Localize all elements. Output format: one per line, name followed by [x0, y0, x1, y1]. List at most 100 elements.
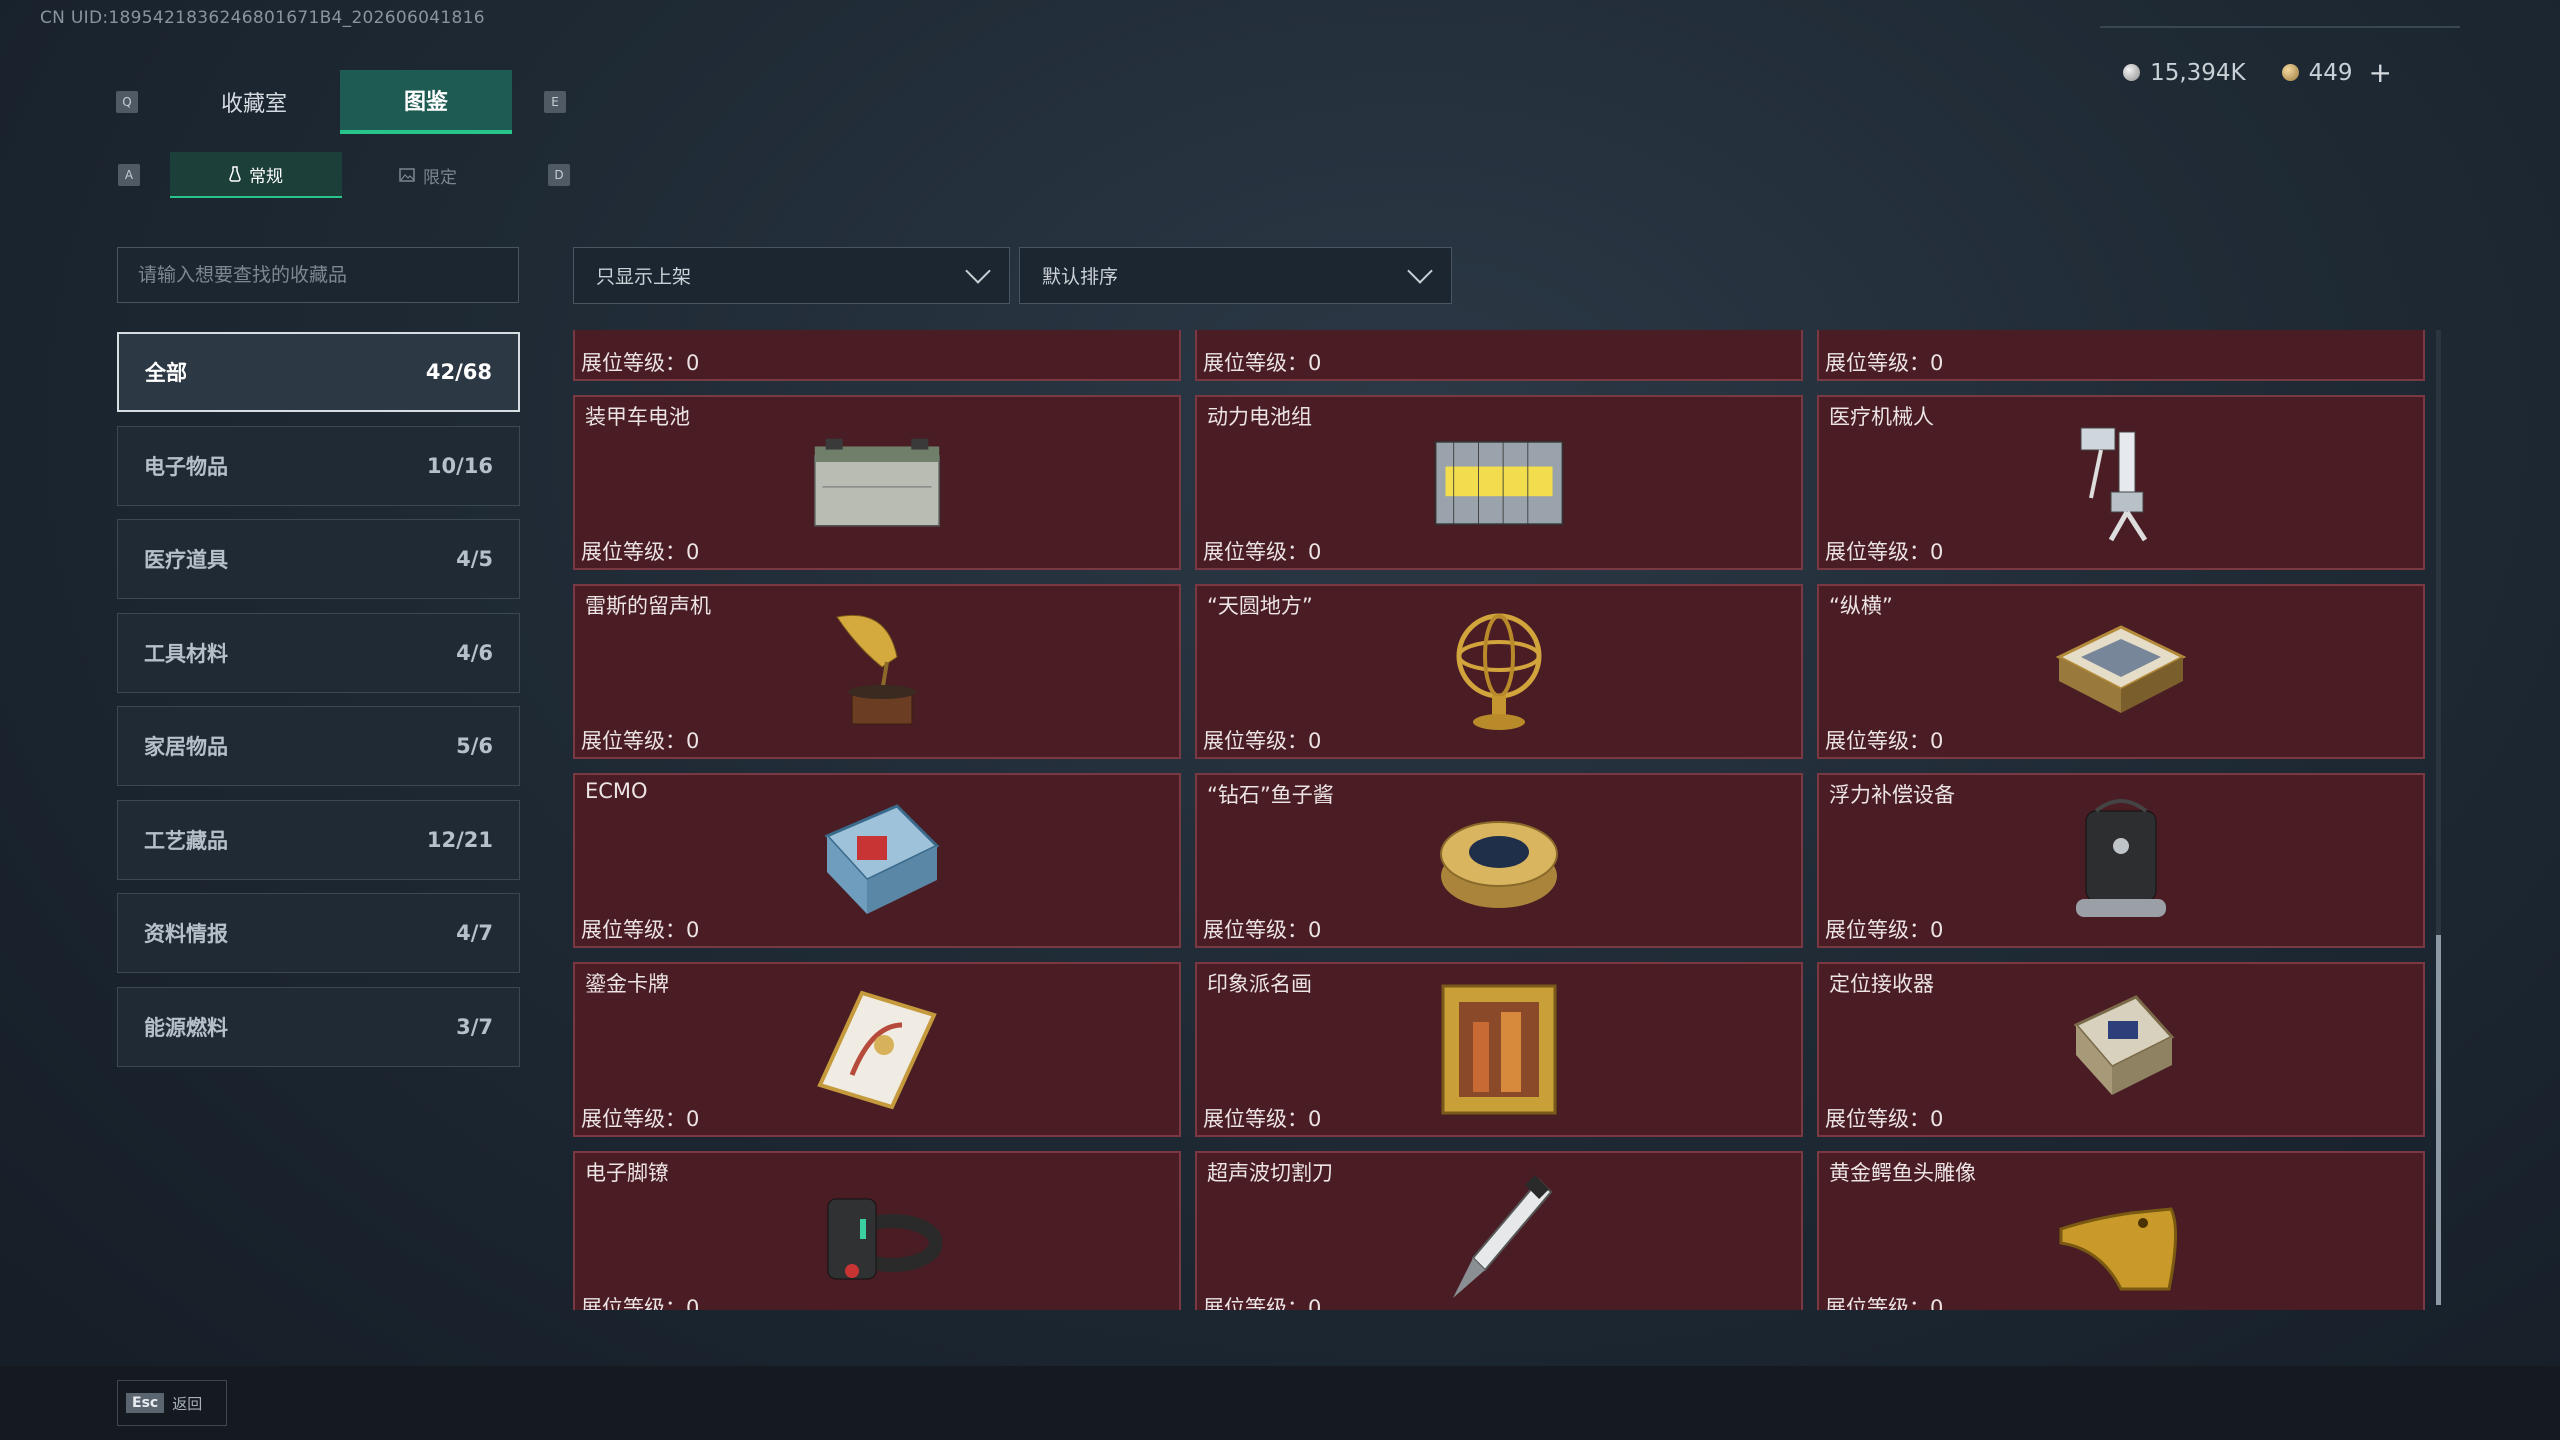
item-level: 展位等级：0 — [1203, 1296, 1322, 1310]
item-level: 展位等级：0 — [1203, 1107, 1322, 1131]
category-count: 12/21 — [426, 827, 493, 852]
golden-crocodile-head-icon — [2051, 1169, 2191, 1309]
item-card-power-battery-pack[interactable]: 动力电池组 展位等级：0 — [1195, 395, 1803, 570]
scrollbar-thumb[interactable] — [2436, 935, 2441, 1305]
category-name: 电子物品 — [144, 454, 228, 479]
silver-amount: 15,394K — [2150, 59, 2246, 86]
currency-bar: 15,394K 449 + — [2123, 56, 2392, 89]
item-level: 展位等级：0 — [581, 351, 700, 375]
positioning-receiver-icon — [2051, 980, 2191, 1120]
item-card-electronic-ankle-monitor[interactable]: 电子脚镣 展位等级：0 — [573, 1151, 1181, 1310]
item-card[interactable]: 展位等级：0 — [1195, 330, 1803, 381]
item-level: 展位等级：0 — [1203, 729, 1322, 753]
search-input[interactable] — [117, 247, 519, 303]
silver-coin-icon — [2123, 64, 2141, 81]
item-level: 展位等级：0 — [581, 729, 700, 753]
buoyancy-compensator-icon — [2051, 791, 2191, 931]
category-electronics[interactable]: 电子物品 10/16 — [117, 425, 520, 506]
category-all[interactable]: 全部 42/68 — [117, 332, 520, 412]
sub-tabs: 常规 限定 — [170, 152, 514, 198]
category-count: 4/7 — [456, 921, 493, 945]
sort-dropdown[interactable]: 默认排序 — [1019, 247, 1452, 304]
power-battery-pack-icon — [1429, 413, 1569, 553]
tab-catalog[interactable]: 图鉴 — [340, 70, 512, 134]
add-currency-button[interactable]: + — [2369, 56, 2392, 89]
chevron-down-icon — [965, 257, 991, 284]
item-card-caviar[interactable]: “钻石”鱼子酱 展位等级：0 — [1195, 773, 1803, 948]
display-filter-dropdown[interactable]: 只显示上架 — [573, 247, 1010, 304]
category-tools[interactable]: 工具材料 4/6 — [117, 612, 520, 693]
item-card-chess-box[interactable]: “纵横” 展位等级：0 — [1817, 584, 2425, 759]
category-count: 42/68 — [425, 360, 492, 384]
item-name: “纵横” — [1829, 594, 1893, 618]
item-level: 展位等级：0 — [1825, 918, 1944, 942]
category-name: 全部 — [145, 361, 187, 385]
back-button[interactable]: Esc 返回 — [117, 1380, 227, 1426]
item-name: “天圆地方” — [1207, 594, 1313, 618]
flask-icon — [229, 166, 241, 182]
category-crafts[interactable]: 工艺藏品 12/21 — [117, 799, 520, 880]
item-level: 展位等级：0 — [581, 1107, 700, 1131]
category-count: 4/5 — [456, 547, 493, 571]
category-intel[interactable]: 资料情报 4/7 — [117, 893, 520, 973]
item-grid-viewport[interactable]: 展位等级：0 展位等级：0 展位等级：0 装甲车电池 展位等级：0 动力电池组 … — [573, 330, 2428, 1310]
item-level: 展位等级：0 — [1203, 351, 1322, 375]
item-level: 展位等级：0 — [1825, 729, 1944, 753]
item-card-ecmo[interactable]: ECMO 展位等级：0 — [573, 773, 1181, 948]
item-card-positioning-receiver[interactable]: 定位接收器 展位等级：0 — [1817, 962, 2425, 1137]
chevron-down-icon — [1407, 257, 1433, 284]
item-level: 展位等级：0 — [1825, 1296, 1944, 1310]
item-card-impressionist-painting[interactable]: 印象派名画 展位等级：0 — [1195, 962, 1803, 1137]
category-name: 工艺藏品 — [144, 828, 228, 853]
item-card-medical-robot[interactable]: 医疗机械人 展位等级：0 — [1817, 395, 2425, 570]
subtab-limited[interactable]: 限定 — [342, 152, 514, 198]
top-divider — [2100, 26, 2460, 28]
category-household[interactable]: 家居物品 5/6 — [117, 706, 520, 786]
sort-label: 默认排序 — [1042, 266, 1119, 288]
item-card[interactable]: 展位等级：0 — [1817, 330, 2425, 381]
gilded-card-icon — [807, 980, 947, 1120]
main-tabs: 收藏室 图鉴 — [168, 70, 512, 134]
silver-currency: 15,394K — [2123, 60, 2246, 86]
item-name: 黄金鳄鱼头雕像 — [1829, 1161, 1976, 1185]
display-filter-label: 只显示上架 — [596, 266, 692, 288]
item-name: 电子脚镣 — [585, 1161, 669, 1185]
back-label: 返回 — [172, 1394, 203, 1413]
item-card-armillary-sphere[interactable]: “天圆地方” 展位等级：0 — [1195, 584, 1803, 759]
category-count: 5/6 — [456, 734, 493, 758]
category-energy[interactable]: 能源燃料 3/7 — [117, 986, 520, 1067]
chess-box-icon — [2051, 602, 2191, 742]
item-card-armored-vehicle-battery[interactable]: 装甲车电池 展位等级：0 — [573, 395, 1181, 570]
item-name: “钻石”鱼子酱 — [1207, 783, 1334, 807]
item-card-gilded-card[interactable]: 鎏金卡牌 展位等级：0 — [573, 962, 1181, 1137]
item-name: 装甲车电池 — [585, 405, 690, 429]
ecmo-machine-icon — [807, 791, 947, 931]
category-count: 3/7 — [456, 1014, 493, 1039]
gold-amount: 449 — [2308, 59, 2353, 86]
item-card[interactable]: 展位等级：0 — [573, 330, 1181, 381]
category-count: 4/6 — [456, 640, 493, 665]
item-grid: 展位等级：0 展位等级：0 展位等级：0 装甲车电池 展位等级：0 动力电池组 … — [573, 330, 2425, 1310]
item-level: 展位等级：0 — [581, 540, 700, 564]
medical-robot-icon — [2051, 413, 2191, 553]
gold-coin-icon — [2281, 64, 2299, 81]
subtab-label: 限定 — [423, 167, 457, 188]
item-card-buoyancy-compensator[interactable]: 浮力补偿设备 展位等级：0 — [1817, 773, 2425, 948]
tab-label: 收藏室 — [220, 92, 287, 117]
item-level: 展位等级：0 — [1203, 918, 1322, 942]
key-q-hint: Q — [116, 91, 138, 113]
item-card-golden-crocodile-head[interactable]: 黄金鳄鱼头雕像 展位等级：0 — [1817, 1151, 2425, 1310]
item-name: 超声波切割刀 — [1207, 1161, 1333, 1185]
framed-painting-icon — [1429, 980, 1569, 1120]
subtab-regular[interactable]: 常规 — [170, 152, 342, 198]
category-list: 全部 42/68 电子物品 10/16 医疗道具 4/5 工具材料 4/6 家居物品 5/… — [117, 332, 520, 1080]
category-count: 10/16 — [426, 453, 493, 478]
item-level: 展位等级：0 — [581, 918, 700, 942]
item-card-gramophone[interactable]: 雷斯的留声机 展位等级：0 — [573, 584, 1181, 759]
item-card-ultrasonic-cutter[interactable]: 超声波切割刀 展位等级：0 — [1195, 1151, 1803, 1310]
electronic-ankle-monitor-icon — [807, 1169, 947, 1309]
tab-collection-room[interactable]: 收藏室 — [168, 70, 340, 134]
caviar-tin-icon — [1429, 791, 1569, 931]
item-name: 鎏金卡牌 — [585, 972, 669, 996]
category-medical[interactable]: 医疗道具 4/5 — [117, 519, 520, 599]
